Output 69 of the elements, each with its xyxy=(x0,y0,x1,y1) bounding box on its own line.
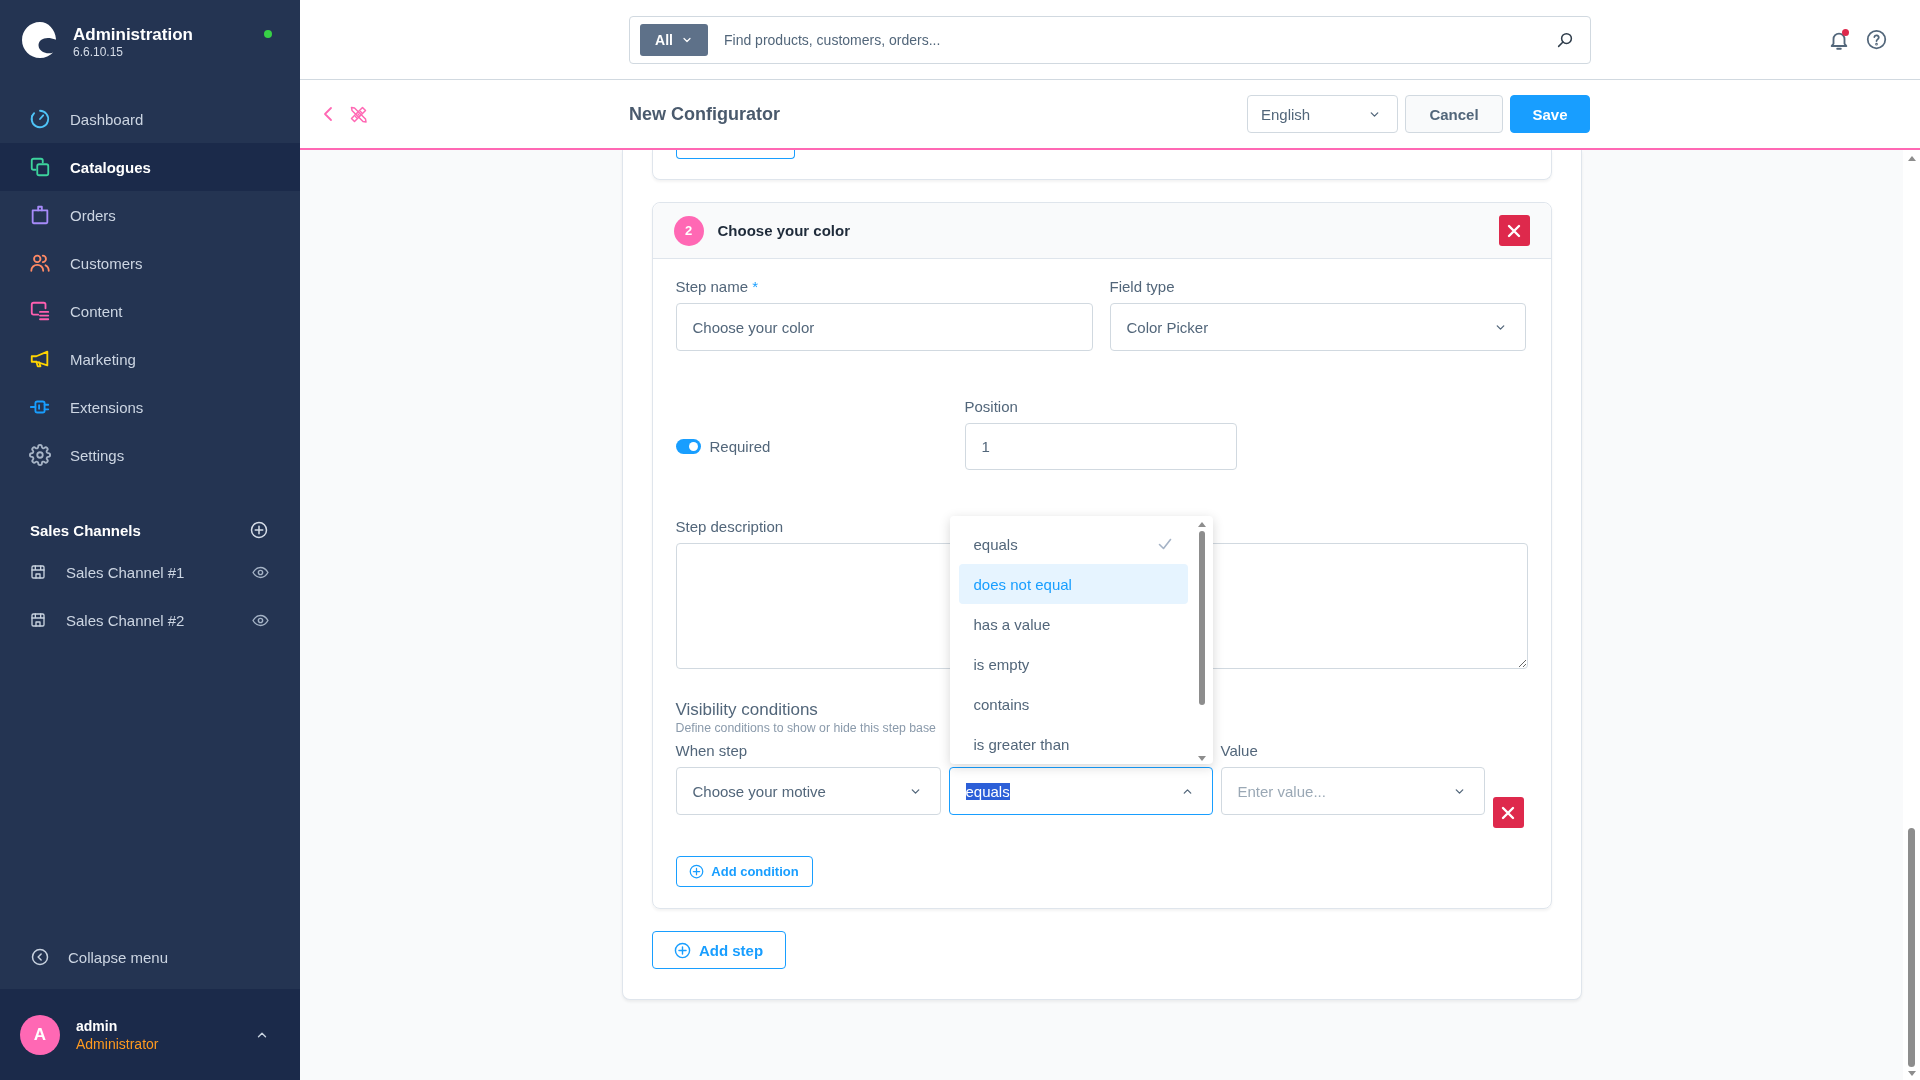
cancel-button[interactable]: Cancel xyxy=(1405,95,1503,133)
field-label: Step name * xyxy=(675,277,759,297)
scope-dropdown[interactable]: All xyxy=(640,24,708,56)
field-label: Field type xyxy=(1109,277,1175,297)
users-icon xyxy=(29,252,51,274)
section-title: Sales Channels xyxy=(30,521,141,539)
nav-item[interactable]: Orders xyxy=(0,191,300,239)
nav-item[interactable]: Marketing xyxy=(0,335,300,383)
search-field[interactable]: All Find products, customers, orders... xyxy=(629,16,1591,64)
dropdown-option[interactable]: contains xyxy=(958,684,1188,724)
plus-circle-icon xyxy=(689,864,705,879)
user-name: admin xyxy=(76,1016,118,1035)
dropdown-option[interactable]: has a value xyxy=(958,604,1188,644)
section-hint: Define conditions to show or hide this step base xyxy=(675,721,936,735)
collapse-menu-link[interactable]: Collapse menu xyxy=(0,925,300,989)
field-label: Value xyxy=(1220,741,1258,761)
close-icon xyxy=(1506,222,1522,239)
dropdown-option[interactable]: equals xyxy=(958,524,1188,564)
nav-item[interactable]: Dashboard xyxy=(0,95,300,143)
back-icon[interactable] xyxy=(321,106,335,122)
dropdown-option[interactable]: is greater than xyxy=(958,724,1188,764)
chevron-left-circle-icon xyxy=(31,948,49,966)
close-icon xyxy=(1500,804,1516,821)
logo-icon xyxy=(22,22,58,58)
avatar: A xyxy=(20,1014,60,1055)
sales-channel-item[interactable]: Sales Channel #2 xyxy=(0,596,300,644)
nav-item[interactable]: Settings xyxy=(0,431,300,479)
pencil-ruler-icon[interactable] xyxy=(350,105,367,123)
megaphone-icon xyxy=(29,348,51,370)
outlined-button[interactable] xyxy=(675,150,795,159)
dropdown-option[interactable]: is empty xyxy=(958,644,1188,684)
toggle-label: Required xyxy=(709,438,771,455)
section-heading: Visibility conditions xyxy=(675,699,818,721)
bag-icon xyxy=(29,204,51,226)
nav-item[interactable]: Extensions xyxy=(0,383,300,431)
gauge-icon xyxy=(29,108,51,130)
page-title: New Configurator xyxy=(629,103,780,125)
delete-button[interactable] xyxy=(1492,797,1524,828)
position-input[interactable]: 1 xyxy=(964,423,1237,470)
nav-item[interactable]: Catalogues xyxy=(0,143,300,191)
step-select[interactable]: Choose your motive xyxy=(675,767,941,815)
store-icon xyxy=(30,564,46,580)
nav-item[interactable]: Content xyxy=(0,287,300,335)
nav-item[interactable]: Customers xyxy=(0,239,300,287)
toggle-switch[interactable] xyxy=(675,439,701,454)
field-label: Position xyxy=(964,397,1018,417)
operator-select[interactable]: equals xyxy=(948,767,1213,815)
field-type-select[interactable]: Color Picker xyxy=(1109,303,1526,351)
user-role: Administrator xyxy=(76,1034,159,1053)
step-title: Choose your color xyxy=(717,222,851,239)
add-icon[interactable] xyxy=(250,521,268,539)
help-icon[interactable] xyxy=(1866,29,1887,50)
sales-channel-item[interactable]: Sales Channel #1 xyxy=(0,548,300,596)
delete-button[interactable] xyxy=(1498,215,1530,246)
gear-icon xyxy=(29,444,51,466)
language-select[interactable]: English xyxy=(1247,95,1398,133)
plus-circle-icon xyxy=(673,941,691,959)
version-text: 6.6.10.15 xyxy=(73,45,125,59)
step-number: 2 xyxy=(673,215,704,246)
store-icon xyxy=(30,612,46,628)
field-label: When step xyxy=(675,741,748,761)
user-panel[interactable]: A admin Administrator xyxy=(0,989,300,1080)
page-scrollbar[interactable] xyxy=(1903,150,1920,1080)
field-label: Step description xyxy=(675,517,784,537)
search-icon[interactable] xyxy=(1556,31,1574,49)
stacked-squares-icon xyxy=(29,156,51,178)
step-name-input[interactable]: Choose your color xyxy=(675,303,1093,351)
app-title: Administration xyxy=(73,24,193,45)
document-lines-icon xyxy=(29,300,51,322)
